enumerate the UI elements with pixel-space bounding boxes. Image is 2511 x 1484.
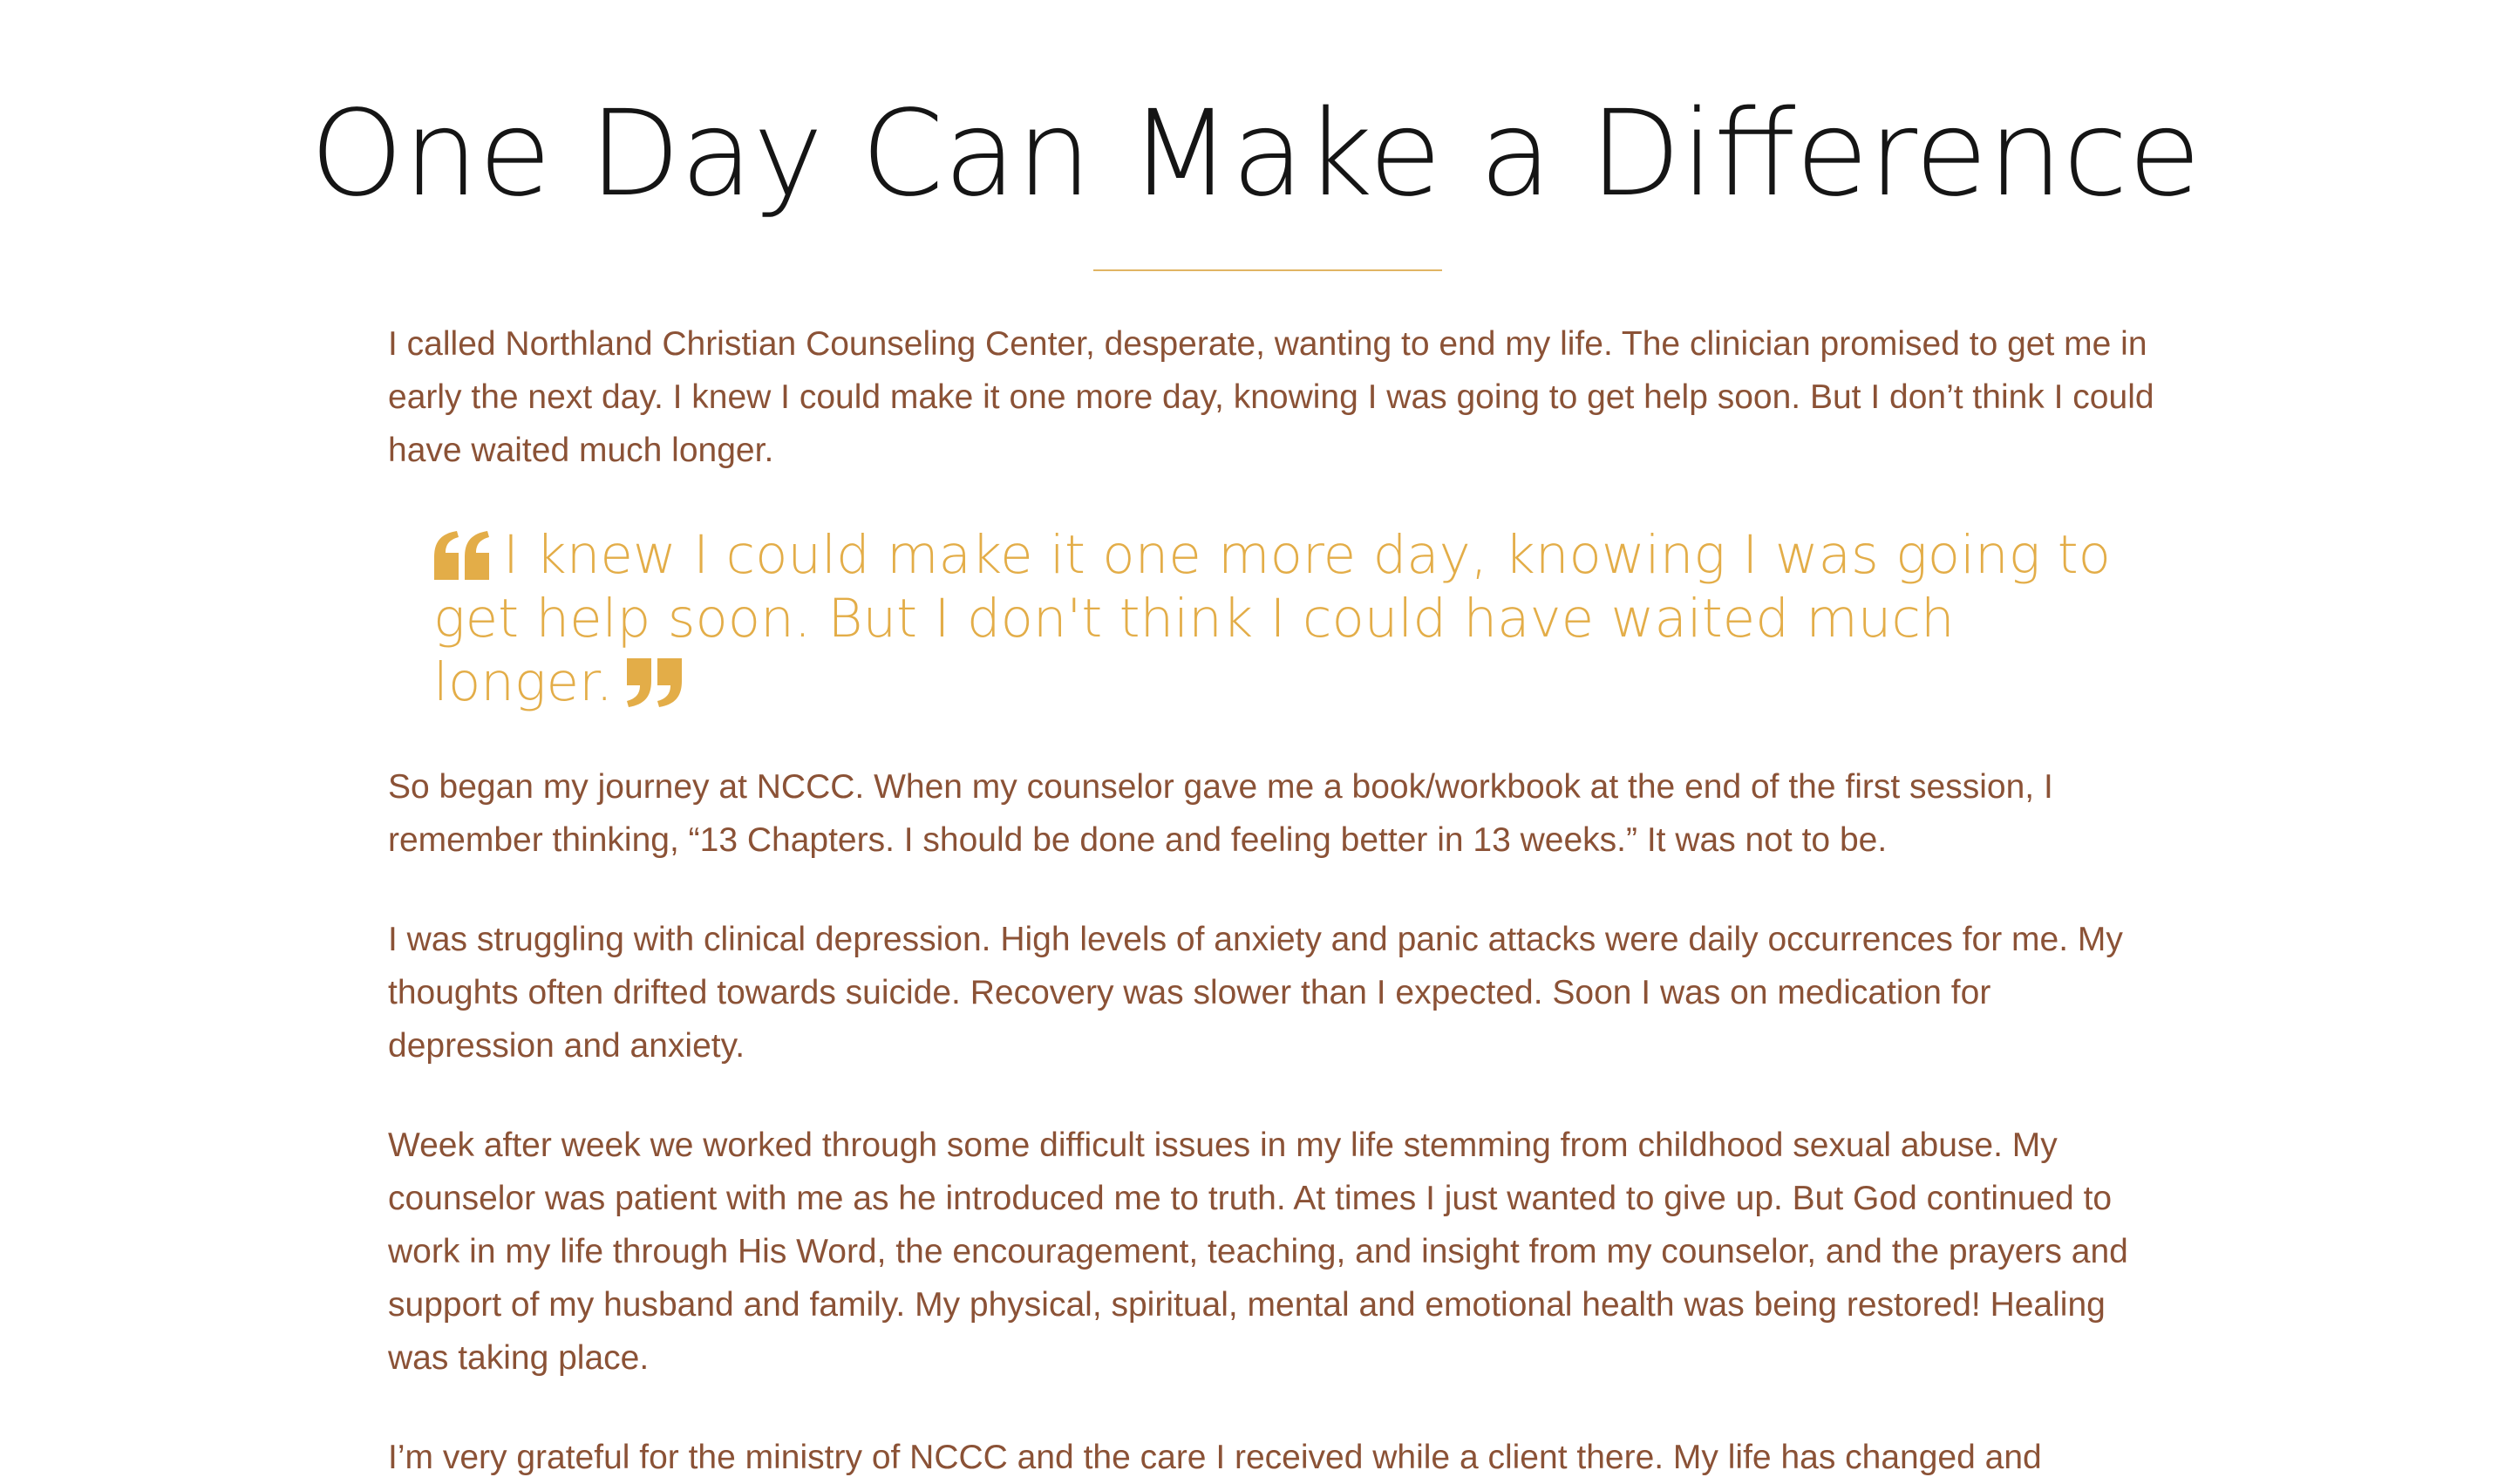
article-paragraph: I was struggling with clinical depressio… xyxy=(388,921,2123,1065)
article-paragraph: I’m very grateful for the ministry of NC… xyxy=(388,1439,2042,1476)
article-paragraph: Week after week we worked through some d… xyxy=(388,1127,2128,1377)
quote-open-icon xyxy=(433,531,491,580)
article-page: One Day Can Make a Difference I called N… xyxy=(0,0,2511,1476)
pull-quote-text: I knew I could make it one more day, kno… xyxy=(433,524,2111,713)
page-title: One Day Can Make a Difference xyxy=(310,85,2201,223)
pull-quote: I knew I could make it one more day, kno… xyxy=(433,523,2142,714)
title-divider xyxy=(1093,269,1442,271)
article-paragraph: So began my journey at NCCC. When my cou… xyxy=(388,768,2053,859)
article-body: I called Northland Christian Counseling … xyxy=(388,317,2158,1484)
quote-close-icon xyxy=(625,658,683,707)
article-paragraph: I called Northland Christian Counseling … xyxy=(388,325,2154,469)
